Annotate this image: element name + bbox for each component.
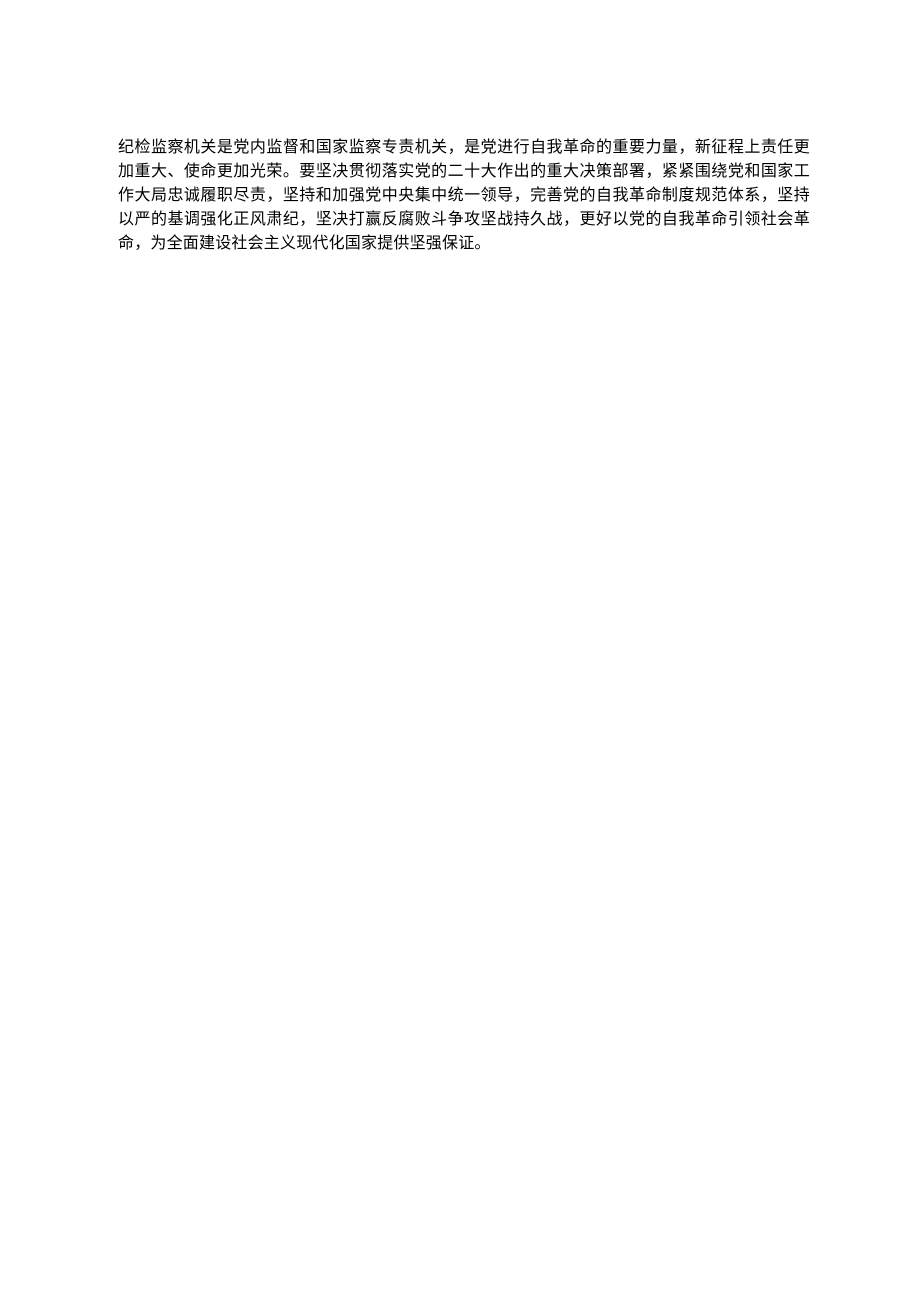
document-page: 纪检监察机关是党内监督和国家监察专责机关，是党进行自我革命的重要力量，新征程上责… [0,0,920,256]
body-paragraph: 纪检监察机关是党内监督和国家监察专责机关，是党进行自我革命的重要力量，新征程上责… [118,136,810,256]
